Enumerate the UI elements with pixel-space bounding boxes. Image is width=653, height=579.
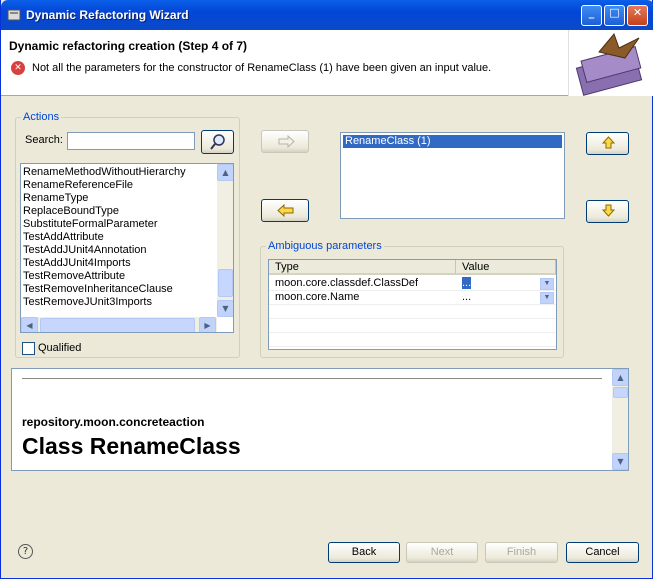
param-value-cell[interactable]: ... ▼ (456, 291, 556, 305)
close-button[interactable]: ✕ (627, 5, 648, 26)
param-value[interactable]: ... (462, 277, 472, 289)
action-list-item[interactable]: TestAddAttribute (21, 231, 233, 244)
action-list-item[interactable]: RenameType (21, 192, 233, 205)
dropdown-arrow-icon[interactable]: ▼ (540, 278, 554, 290)
ambiguous-group-label: Ambiguous parameters (266, 240, 384, 252)
param-value-cell[interactable]: ... ▼ (456, 277, 556, 291)
back-button[interactable]: Back (328, 542, 400, 563)
add-button[interactable] (261, 130, 309, 153)
action-list-item[interactable]: RenameReferenceFile (21, 179, 233, 192)
action-list-item[interactable]: TestAddJUnit4Imports (21, 257, 233, 270)
maximize-icon: □ (609, 6, 620, 19)
error-icon: ✕ (11, 61, 25, 75)
arrow-right-icon (278, 134, 295, 149)
action-list-item[interactable]: TestRemoveInheritanceClause (21, 283, 233, 296)
param-value[interactable]: ... (462, 291, 471, 303)
title-bar[interactable]: Dynamic Refactoring Wizard _ □ ✕ (1, 0, 653, 30)
error-message: Not all the parameters for the construct… (32, 62, 492, 74)
magnifier-icon (209, 134, 225, 150)
actions-list[interactable]: RenameMethodWithoutHierarchy RenameRefere… (20, 163, 234, 333)
param-type-cell: moon.core.Name (269, 291, 456, 305)
doc-scroll-thumb[interactable] (613, 387, 628, 398)
scroll-up-icon[interactable]: ▲ (217, 164, 233, 181)
search-label: Search: (25, 134, 63, 146)
qualified-checkbox[interactable] (22, 342, 35, 355)
minimize-button[interactable]: _ (581, 5, 602, 26)
documentation-pane[interactable]: repository.moon.concreteaction Class Ren… (11, 368, 629, 471)
arrow-down-icon (601, 204, 616, 217)
empty-table-row (269, 319, 556, 333)
wizard-banner-image (568, 30, 653, 96)
selected-list-item[interactable]: RenameClass (1) (343, 135, 562, 148)
action-list-item[interactable]: TestRemoveJUnit3Imports (21, 296, 233, 309)
move-up-button[interactable] (586, 132, 629, 155)
help-icon[interactable]: ? (18, 544, 33, 559)
class-title: Class RenameClass (22, 433, 241, 459)
close-icon: ✕ (632, 6, 643, 19)
column-header-type[interactable]: Type (269, 260, 456, 275)
action-list-item[interactable]: ReplaceBoundType (21, 205, 233, 218)
wizard-header: Dynamic refactoring creation (Step 4 of … (1, 30, 653, 96)
arrow-up-icon (601, 136, 616, 149)
search-input[interactable] (67, 132, 195, 150)
page-heading: Dynamic refactoring creation (Step 4 of … (9, 39, 248, 53)
minimize-icon: _ (588, 6, 595, 19)
arrow-left-icon (277, 203, 294, 218)
param-type-cell: moon.core.classdef.ClassDef (269, 277, 456, 291)
dropdown-arrow-icon[interactable]: ▼ (540, 292, 554, 304)
next-button[interactable]: Next (406, 542, 478, 563)
search-button[interactable] (201, 130, 234, 154)
empty-table-row (269, 305, 556, 319)
action-list-item[interactable]: TestRemoveAttribute (21, 270, 233, 283)
move-down-button[interactable] (586, 200, 629, 223)
doc-vertical-scrollbar[interactable]: ▲ ▼ (612, 369, 628, 470)
actions-horizontal-scrollbar[interactable]: ◀ ▶ (21, 317, 217, 332)
wizard-icon (7, 9, 21, 21)
scroll-thumb[interactable] (218, 269, 233, 297)
parameters-table[interactable]: Type Value moon.core.classdef.ClassDef..… (268, 259, 557, 350)
selected-actions-list[interactable]: RenameClass (1) (340, 132, 565, 219)
cancel-button[interactable]: Cancel (566, 542, 639, 563)
scroll-right-icon[interactable]: ▶ (199, 317, 216, 332)
actions-group-label: Actions (21, 111, 62, 123)
doc-divider (22, 378, 602, 379)
qualified-label: Qualified (38, 342, 82, 354)
column-header-value[interactable]: Value (456, 260, 556, 275)
wizard-window: Dynamic Refactoring Wizard _ □ ✕ Dynamic… (0, 0, 653, 579)
package-name: repository.moon.concreteaction (22, 415, 205, 429)
action-list-item[interactable]: RenameMethodWithoutHierarchy (21, 166, 233, 179)
scroll-down-icon[interactable]: ▼ (217, 300, 233, 317)
actions-vertical-scrollbar[interactable]: ▲ ▼ (217, 164, 233, 317)
doc-scroll-down-icon[interactable]: ▼ (612, 453, 628, 470)
finish-button[interactable]: Finish (485, 542, 558, 563)
doc-scroll-up-icon[interactable]: ▲ (612, 369, 628, 386)
action-list-item[interactable]: TestAddJUnit4Annotation (21, 244, 233, 257)
h-scroll-thumb[interactable] (40, 318, 195, 332)
action-list-item[interactable]: SubstituteFormalParameter (21, 218, 233, 231)
eagle-books-icon (575, 33, 643, 96)
maximize-button[interactable]: □ (604, 5, 625, 26)
scroll-left-icon[interactable]: ◀ (21, 317, 38, 332)
window-title: Dynamic Refactoring Wizard (26, 8, 189, 22)
remove-button[interactable] (261, 199, 309, 222)
empty-table-row (269, 333, 556, 347)
